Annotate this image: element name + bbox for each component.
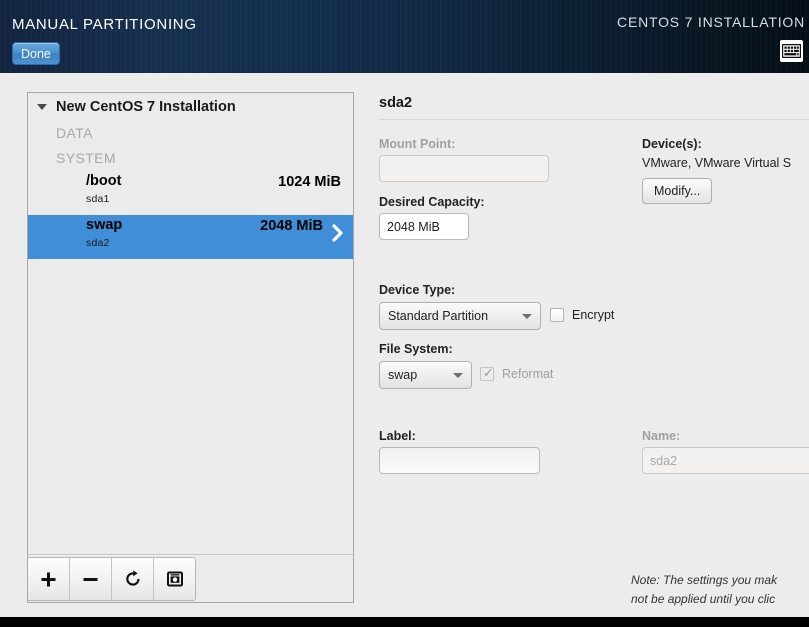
settings-note-line1: Note: The settings you mak (631, 573, 778, 587)
modify-devices-button[interactable]: Modify... (642, 178, 713, 204)
partition-toolbar (28, 554, 353, 602)
device-type-label: Device Type: (379, 283, 456, 297)
expander-triangle-icon[interactable] (37, 104, 47, 110)
done-button[interactable]: Done (12, 42, 60, 65)
checkmark-icon: ✓ (483, 365, 494, 380)
section-label-system: SYSTEM (56, 150, 116, 166)
remove-partition-button[interactable] (70, 558, 112, 600)
chevron-down-icon (522, 314, 532, 319)
devices-value: VMware, VMware Virtual S (642, 156, 792, 170)
install-group-header[interactable]: New CentOS 7 Installation (28, 93, 353, 121)
plus-icon (41, 572, 56, 586)
storage-config-icon (166, 571, 183, 587)
label-input[interactable] (379, 447, 540, 474)
reformat-label: Reformat (502, 367, 554, 381)
partition-scroll-area[interactable]: New CentOS 7 Installation DATA SYSTEM /b… (28, 93, 353, 557)
encrypt-checkbox[interactable]: Encrypt (550, 308, 614, 322)
configure-storage-button[interactable] (154, 558, 195, 600)
devices-label: Device(s): (642, 137, 702, 151)
add-partition-button[interactable] (28, 558, 70, 600)
chevron-right-icon (332, 224, 343, 242)
settings-note-line2: not be applied until you clic (631, 592, 776, 606)
settings-note: Note: The settings you mak not be applie… (631, 571, 809, 609)
title-divider (379, 119, 809, 120)
desired-capacity-label: Desired Capacity: (379, 195, 485, 209)
installer-window: MANUAL PARTITIONING CENTOS 7 INSTALLATIO… (0, 0, 809, 627)
partition-list-panel: New CentOS 7 Installation DATA SYSTEM /b… (27, 92, 354, 603)
name-input[interactable] (642, 447, 809, 474)
partition-size: 1024 MiB (278, 174, 341, 190)
partition-details-pane: sda2 Mount Point: Desired Capacity: Devi… (366, 73, 809, 617)
file-system-label: File System: (379, 342, 453, 356)
main-content: New CentOS 7 Installation DATA SYSTEM /b… (0, 73, 809, 617)
page-title: MANUAL PARTITIONING (12, 16, 197, 33)
mount-point-label: Mount Point: (379, 137, 456, 151)
label-field-label: Label: (379, 429, 416, 443)
installation-title: CENTOS 7 INSTALLATION (617, 14, 805, 30)
install-group-label: New CentOS 7 Installation (56, 99, 236, 115)
partition-mountpoint: /boot (86, 173, 122, 189)
partition-mountpoint: swap (86, 217, 123, 233)
file-system-select[interactable]: swap (379, 361, 472, 389)
name-field-label: Name: (642, 429, 681, 443)
device-type-select[interactable]: Standard Partition (379, 302, 541, 330)
device-type-value: Standard Partition (388, 309, 489, 323)
mount-point-input[interactable] (379, 155, 549, 182)
selected-device-title: sda2 (379, 95, 413, 111)
keyboard-layout-indicator[interactable] (780, 40, 803, 62)
desired-capacity-input[interactable] (379, 213, 469, 240)
reload-partitions-button[interactable] (112, 558, 154, 600)
app-header: MANUAL PARTITIONING CENTOS 7 INSTALLATIO… (0, 0, 809, 73)
encrypt-checkbox-box[interactable] (550, 308, 564, 322)
encrypt-label: Encrypt (572, 308, 615, 322)
partition-device: sda2 (86, 237, 110, 249)
partition-row-boot[interactable]: /boot sda1 1024 MiB (28, 171, 353, 215)
chevron-down-icon (453, 373, 463, 378)
reformat-checkbox[interactable]: ✓ Reformat (480, 365, 554, 381)
reformat-checkbox-box: ✓ (480, 365, 494, 381)
partition-device: sda1 (86, 193, 110, 205)
minus-icon (83, 577, 98, 581)
keyboard-icon (782, 44, 801, 58)
partition-size: 2048 MiB (260, 218, 323, 234)
section-label-data: DATA (56, 125, 93, 141)
file-system-value: swap (388, 368, 418, 382)
refresh-icon (125, 570, 140, 586)
partition-row-swap[interactable]: swap sda2 2048 MiB (28, 215, 353, 259)
